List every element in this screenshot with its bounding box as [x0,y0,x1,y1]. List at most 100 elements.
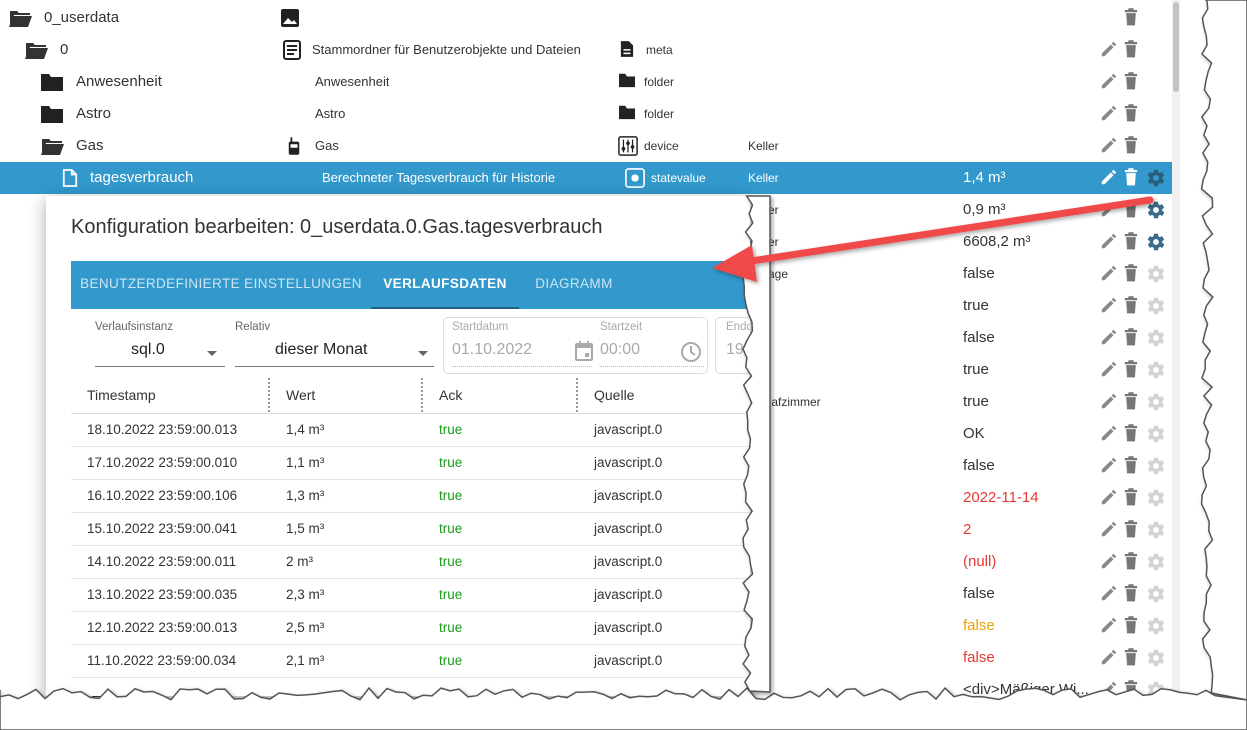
pencil-icon[interactable] [1100,328,1120,348]
gear-icon[interactable] [1146,680,1166,700]
table-row[interactable]: 18.10.2022 23:59:00.013 1,4 m³ true javascr… [71,413,750,447]
tree-row-value[interactable]: OK [963,418,985,450]
table-row[interactable]: 12.10.2022 23:59:00.013 2,5 m³ true javascr… [71,611,750,645]
table-row[interactable]: 11.10.2022 23:59:00.034 2,1 m³ true javascr… [71,644,750,678]
pencil-icon[interactable] [1100,648,1120,668]
tree-row-value[interactable]: false [963,322,995,354]
tree-row-value[interactable]: <div>Mäßiger Wi... [963,674,1089,700]
gear-icon[interactable] [1146,328,1166,348]
trash-icon[interactable] [1124,680,1144,700]
tree-row-value[interactable]: 2022-11-14 [963,482,1039,514]
gear-icon[interactable] [1146,584,1166,604]
tree-row[interactable]: Gas Gas device Keller [0,130,1178,162]
tree-row-value[interactable]: 6608,2 m³ [963,226,1031,258]
scrollbar-thumb[interactable] [1173,2,1179,92]
pencil-icon[interactable] [1100,552,1120,572]
tree-row-value[interactable]: false [963,578,995,610]
table-row[interactable]: 15.10.2022 23:59:00.041 1,5 m³ true javascr… [71,512,750,546]
folder-icon[interactable] [40,72,63,92]
trash-icon[interactable] [1124,296,1144,316]
tree-row-value[interactable]: false [963,642,995,674]
table-row[interactable]: 16.10.2022 23:59:00.106 1,3 m³ true javascr… [71,479,750,513]
gear-icon[interactable] [1146,520,1166,540]
trash-icon[interactable] [1124,488,1144,508]
pencil-icon[interactable] [1100,264,1120,284]
trash-icon[interactable] [1124,392,1144,412]
trash-icon[interactable] [1124,552,1144,572]
tree-row-value[interactable]: 1,4 m³ [963,162,1006,194]
trash-icon[interactable] [1124,328,1144,348]
start-time-field[interactable]: Startzeit 00:00 [600,321,704,369]
folder-icon[interactable] [40,136,64,156]
pencil-icon[interactable] [1100,488,1120,508]
tree-row-value[interactable]: 0,9 m³ [963,194,1006,226]
tree-row-value[interactable]: false [963,258,995,290]
trash-icon[interactable] [1124,200,1144,220]
file-icon[interactable] [62,168,82,188]
tree-row[interactable]: tagesverbrauch Berechneter Tagesverbrauch… [0,162,1178,194]
pencil-icon[interactable] [1100,424,1120,444]
pencil-icon[interactable] [1100,392,1120,412]
tab-chart[interactable]: DIAGRAMM [519,261,629,309]
table-row[interactable]: 13.10.2022 23:59:00.035 2,3 m³ true javascr… [71,578,750,612]
column-header-ack[interactable]: Ack [423,378,578,414]
gear-icon[interactable] [1146,200,1166,220]
pencil-icon[interactable] [1100,40,1120,60]
history-instance-select[interactable]: Verlaufsinstanz sql.0 [95,321,225,369]
pencil-icon[interactable] [1100,232,1120,252]
tree-row-value[interactable]: 2 [963,514,971,546]
gear-icon[interactable] [1146,616,1166,636]
column-header-timestamp[interactable]: Timestamp [71,378,270,414]
trash-icon[interactable] [1124,104,1144,124]
gear-icon[interactable] [1146,424,1166,444]
table-row[interactable]: 17.10.2022 23:59:00.010 1,1 m³ true javascr… [71,446,750,480]
relative-range-select[interactable]: Relativ dieser Monat [235,321,434,369]
trash-icon[interactable] [1124,136,1144,156]
table-row[interactable]: 14.10.2022 23:59:00.011 2 m³ true javascrip… [71,545,750,579]
pencil-icon[interactable] [1100,104,1120,124]
folder-icon[interactable] [8,8,32,28]
gear-icon[interactable] [1146,648,1166,668]
trash-icon[interactable] [1124,264,1144,284]
gear-icon[interactable] [1146,392,1166,412]
trash-icon[interactable] [1124,584,1144,604]
gear-icon[interactable] [1146,360,1166,380]
tree-row[interactable]: 0_userdata [0,2,1178,34]
pencil-icon[interactable] [1100,296,1120,316]
trash-icon[interactable] [1124,520,1144,540]
tree-row-value[interactable]: false [963,610,995,642]
pencil-icon[interactable] [1100,200,1120,220]
gear-icon[interactable] [1146,168,1166,188]
tree-row-value[interactable]: true [963,354,989,386]
trash-icon[interactable] [1124,456,1144,476]
clock-icon[interactable] [680,341,702,363]
gear-icon[interactable] [1146,264,1166,284]
pencil-icon[interactable] [1100,616,1120,636]
start-date-field[interactable]: Startdatum 01.10.2022 [452,321,593,369]
pencil-icon[interactable] [1100,168,1120,188]
pencil-icon[interactable] [1100,520,1120,540]
tree-row[interactable]: Astro Astro folder [0,98,1178,130]
gear-icon[interactable] [1146,488,1166,508]
tree-row-value[interactable]: false [963,450,995,482]
trash-icon[interactable] [1124,424,1144,444]
gear-icon[interactable] [1146,296,1166,316]
gear-icon[interactable] [1146,552,1166,572]
trash-icon[interactable] [1124,648,1144,668]
end-date-field[interactable]: Endd 19 [726,321,750,369]
folder-icon[interactable] [24,40,48,60]
column-header-source[interactable]: Quelle [578,378,750,414]
pencil-icon[interactable] [1100,584,1120,604]
trash-icon[interactable] [1124,360,1144,380]
trash-icon[interactable] [1124,40,1144,60]
pencil-icon[interactable] [1100,136,1120,156]
pencil-icon[interactable] [1100,72,1120,92]
trash-icon[interactable] [1124,232,1144,252]
tree-row[interactable]: 0 Stammordner für Benutzerobjekte und Dat… [0,34,1178,66]
gear-icon[interactable] [1146,456,1166,476]
gear-icon[interactable] [1146,232,1166,252]
pencil-icon[interactable] [1100,456,1120,476]
tree-row-value[interactable]: true [963,386,989,418]
tab-custom-settings[interactable]: BENUTZERDEFINIERTE EINSTELLUNGEN [71,261,371,309]
tree-row-value[interactable]: true [963,290,989,322]
